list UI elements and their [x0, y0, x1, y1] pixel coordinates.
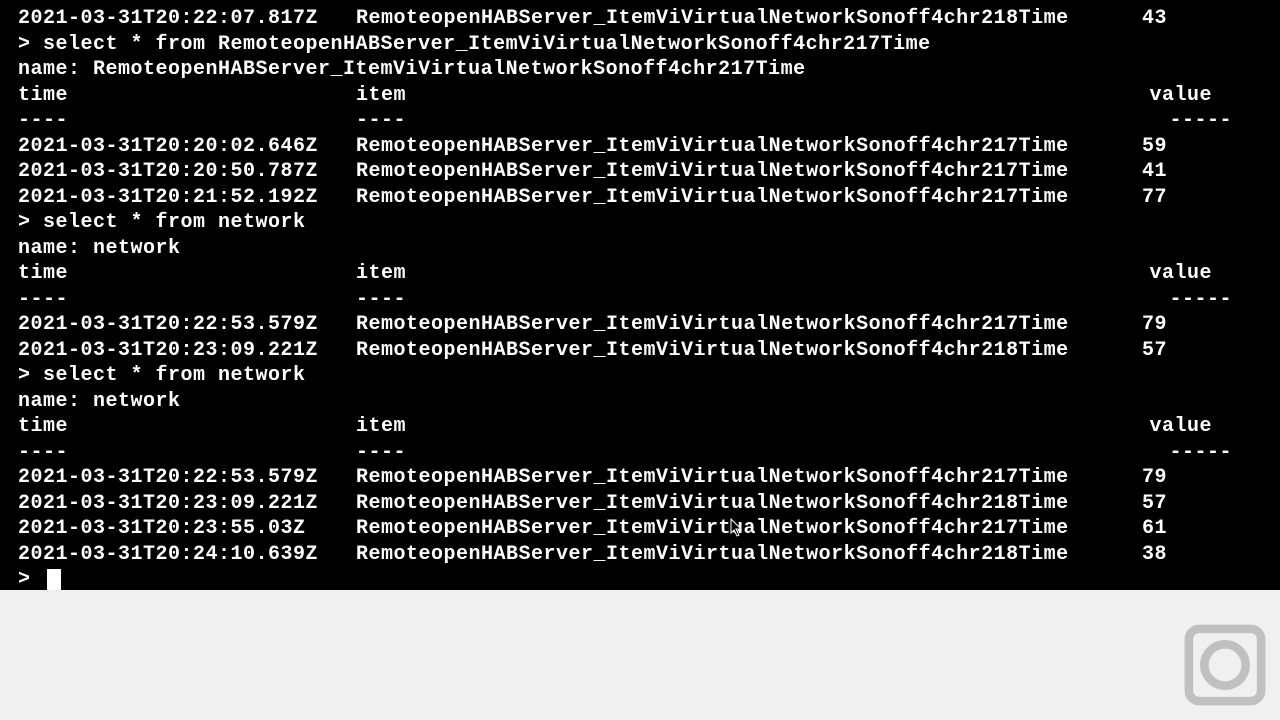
cell-value: 59 — [1142, 134, 1262, 160]
cell-value: 57 — [1142, 338, 1262, 364]
data-row: 2021-03-31T20:23:09.221ZRemoteopenHABSer… — [18, 491, 1262, 517]
cell-value: 38 — [1142, 542, 1262, 568]
watermark-logo-icon — [1182, 622, 1268, 708]
cell-value: 77 — [1142, 185, 1262, 211]
divider-value: ----- — [1142, 440, 1262, 466]
cell-time: 2021-03-31T20:22:53.579Z — [18, 312, 356, 338]
cell-time: 2021-03-31T20:21:52.192Z — [18, 185, 356, 211]
data-row: 2021-03-31T20:23:55.03ZRemoteopenHABServ… — [18, 516, 1262, 542]
result-name: name: network — [18, 389, 1262, 415]
command-line[interactable]: > select * from network — [18, 363, 1262, 389]
cell-item: RemoteopenHABServer_ItemViVirtualNetwork… — [356, 338, 1142, 364]
cell-value: 61 — [1142, 516, 1262, 542]
divider-time: ---- — [18, 108, 356, 134]
cell-item: RemoteopenHABServer_ItemViVirtualNetwork… — [356, 134, 1142, 160]
header-item: item — [356, 83, 1142, 109]
cell-time: 2021-03-31T20:20:50.787Z — [18, 159, 356, 185]
header-value: value — [1142, 83, 1262, 109]
divider-time: ---- — [18, 287, 356, 313]
text-cursor-icon — [47, 569, 61, 590]
divider-value: ----- — [1142, 287, 1262, 313]
column-headers: timeitemvalue — [18, 414, 1262, 440]
cell-time: 2021-03-31T20:23:09.221Z — [18, 338, 356, 364]
divider-row: ------------- — [18, 287, 1262, 313]
divider-item: ---- — [356, 440, 1142, 466]
cell-item: RemoteopenHABServer_ItemViVirtualNetwork… — [356, 516, 1142, 542]
divider-item: ---- — [356, 287, 1142, 313]
header-time: time — [18, 261, 356, 287]
data-row: 2021-03-31T20:24:10.639ZRemoteopenHABSer… — [18, 542, 1262, 568]
cell-time: 2021-03-31T20:23:55.03Z — [18, 516, 356, 542]
header-value: value — [1142, 261, 1262, 287]
cell-item: RemoteopenHABServer_ItemViVirtualNetwork… — [356, 542, 1142, 568]
cell-value: 57 — [1142, 491, 1262, 517]
cell-time: 2021-03-31T20:20:02.646Z — [18, 134, 356, 160]
divider-item: ---- — [356, 108, 1142, 134]
header-item: item — [356, 261, 1142, 287]
cell-time: 2021-03-31T20:22:53.579Z — [18, 465, 356, 491]
cell-item: RemoteopenHABServer_ItemViVirtualNetwork… — [356, 159, 1142, 185]
data-row: 2021-03-31T20:22:53.579ZRemoteopenHABSer… — [18, 465, 1262, 491]
header-time: time — [18, 414, 356, 440]
header-value: value — [1142, 414, 1262, 440]
data-row: 2021-03-31T20:20:02.646ZRemoteopenHABSer… — [18, 134, 1262, 160]
cell-item: RemoteopenHABServer_ItemViVirtualNetwork… — [356, 312, 1142, 338]
data-row: 2021-03-31T20:20:50.787ZRemoteopenHABSer… — [18, 159, 1262, 185]
cell-time: 2021-03-31T20:23:09.221Z — [18, 491, 356, 517]
divider-time: ---- — [18, 440, 356, 466]
cell-value: 43 — [1142, 6, 1262, 32]
prompt-line[interactable]: > — [18, 567, 1262, 590]
header-time: time — [18, 83, 356, 109]
header-item: item — [356, 414, 1142, 440]
cell-value: 79 — [1142, 312, 1262, 338]
cell-item: RemoteopenHABServer_ItemViVirtualNetwork… — [356, 465, 1142, 491]
cell-item: RemoteopenHABServer_ItemViVirtualNetwork… — [356, 185, 1142, 211]
cell-time: 2021-03-31T20:22:07.817Z — [18, 6, 356, 32]
command-line[interactable]: > select * from network — [18, 210, 1262, 236]
divider-row: ------------- — [18, 440, 1262, 466]
result-name: name: RemoteopenHABServer_ItemViVirtualN… — [18, 57, 1262, 83]
data-row: 2021-03-31T20:22:53.579ZRemoteopenHABSer… — [18, 312, 1262, 338]
data-row: 2021-03-31T20:21:52.192ZRemoteopenHABSer… — [18, 185, 1262, 211]
divider-row: ------------- — [18, 108, 1262, 134]
divider-value: ----- — [1142, 108, 1262, 134]
column-headers: timeitemvalue — [18, 83, 1262, 109]
cell-time: 2021-03-31T20:24:10.639Z — [18, 542, 356, 568]
data-row: 2021-03-31T20:23:09.221ZRemoteopenHABSer… — [18, 338, 1262, 364]
column-headers: timeitemvalue — [18, 261, 1262, 287]
command-line[interactable]: > select * from RemoteopenHABServer_Item… — [18, 32, 1262, 58]
data-row: 2021-03-31T20:22:07.817ZRemoteopenHABSer… — [18, 6, 1262, 32]
cell-item: RemoteopenHABServer_ItemViVirtualNetwork… — [356, 6, 1142, 32]
cell-value: 41 — [1142, 159, 1262, 185]
cell-value: 79 — [1142, 465, 1262, 491]
result-name: name: network — [18, 236, 1262, 262]
terminal-window[interactable]: 2021-03-31T20:22:07.817ZRemoteopenHABSer… — [0, 0, 1280, 590]
cell-item: RemoteopenHABServer_ItemViVirtualNetwork… — [356, 491, 1142, 517]
